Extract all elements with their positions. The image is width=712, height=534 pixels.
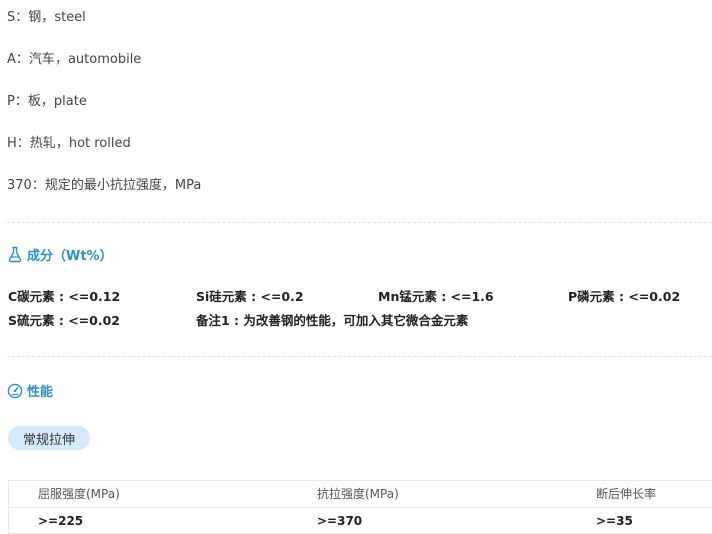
definition-line: S：钢，steel: [7, 10, 86, 25]
definition-code: P: [7, 94, 15, 109]
composition-item: P磷元素 : <=0.02: [568, 289, 681, 304]
tab-tensile[interactable]: 常规拉伸: [8, 426, 90, 450]
definition-zh: 钢: [28, 10, 42, 25]
table-header-cell: 断后伸长率: [596, 487, 657, 501]
definition-en: plate: [53, 94, 87, 109]
composition-title: 成分（Wt%）: [27, 249, 113, 264]
table-row: >=225 >=370 >=35: [9, 508, 712, 534]
table-cell: >=225: [38, 514, 84, 528]
definition-line: H：热轧，hot rolled: [7, 136, 131, 151]
table-cell: >=35: [596, 514, 633, 528]
definition-zh: 热轧: [29, 136, 56, 151]
composition-heading: 成分（Wt%）: [7, 245, 113, 264]
table-header-cell: 屈服强度(MPa): [38, 487, 120, 501]
tensile-table: 屈服强度(MPa) 抗拉强度(MPa) 断后伸长率 >=225 >=370 >=…: [8, 480, 712, 534]
definition-code: S: [7, 10, 16, 25]
definition-zh: 规定的最小抗拉强度: [44, 178, 162, 193]
definition-zh: 汽车: [28, 52, 55, 67]
definition-en: hot rolled: [68, 136, 131, 151]
definition-en: automobile: [67, 52, 142, 67]
performance-heading: 性能: [7, 381, 53, 400]
table-header-row: 屈服强度(MPa) 抗拉强度(MPa) 断后伸长率: [9, 481, 712, 508]
page: S：钢，steel A：汽车，automobile P：板，plate H：热轧…: [0, 0, 712, 534]
composition-note: 备注1 : 为改善钢的性能，可加入其它微合金元素: [196, 313, 469, 328]
definition-line: 370：规定的最小抗拉强度，MPa: [7, 178, 202, 193]
definition-code: A: [7, 52, 16, 67]
definition-code: H: [7, 136, 17, 151]
performance-title: 性能: [27, 385, 54, 400]
composition-item: Si硅元素 : <=0.2: [196, 289, 304, 304]
composition-item: S硫元素 : <=0.02: [8, 313, 120, 328]
definition-zh: 板: [27, 94, 41, 109]
composition-item: C碳元素 : <=0.12: [8, 289, 121, 304]
flask-icon: [7, 246, 23, 263]
definition-line: A：汽车，automobile: [7, 52, 142, 67]
definition-code: 370: [7, 178, 32, 193]
section-divider: [7, 356, 712, 357]
definition-en: MPa: [174, 178, 202, 193]
definition-en: steel: [54, 10, 86, 25]
table-cell: >=370: [317, 514, 363, 528]
composition-item: Mn锰元素 : <=1.6: [378, 289, 494, 304]
table-header-cell: 抗拉强度(MPa): [317, 487, 399, 501]
gauge-icon: [7, 383, 23, 399]
section-divider: [7, 222, 712, 223]
definition-line: P：板，plate: [7, 94, 87, 109]
